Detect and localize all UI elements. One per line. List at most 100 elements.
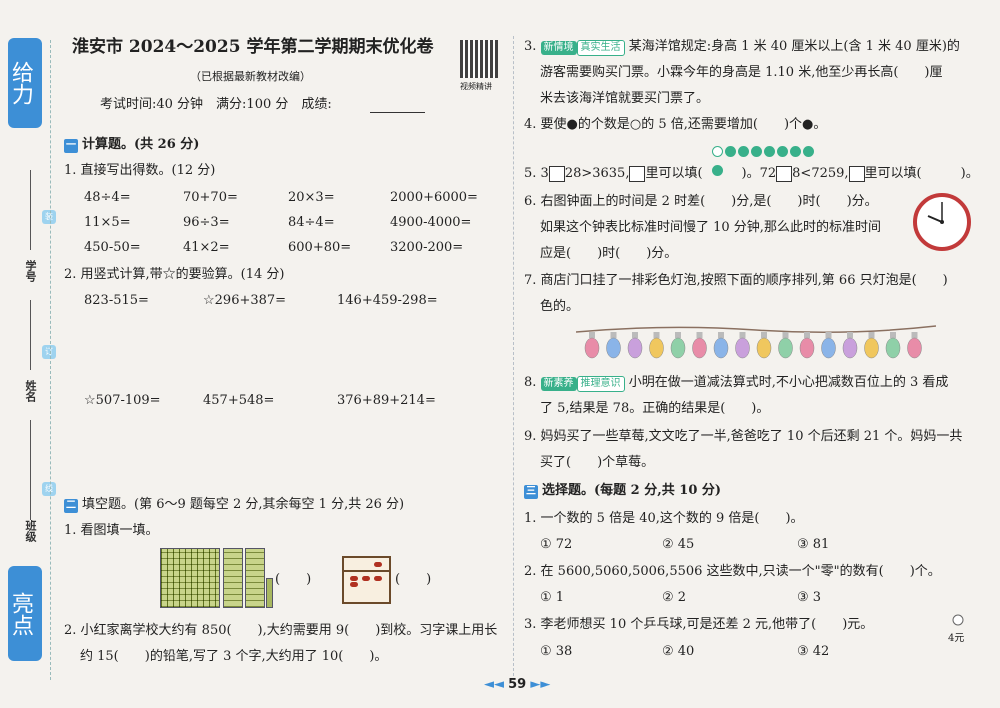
page-number-value: 59 — [508, 677, 527, 692]
filled-circle — [803, 146, 814, 157]
s3-q2: 2. 在 5600,5060,5006,5506 这些数中,只读一个"零"的数有… — [524, 564, 941, 579]
option[interactable]: ② 2 — [662, 589, 686, 607]
s3-q3: 3. 李老师想买 10 个乒乓球,可是还差 2 元,他带了( )元。 — [524, 617, 874, 632]
qr-code[interactable] — [460, 40, 498, 78]
ping-pong-ball-icon — [952, 614, 964, 626]
prev-arrow-icon: ◄◄ — [484, 677, 509, 692]
digit-box[interactable] — [548, 165, 565, 182]
calc-item: 600+80= — [288, 240, 352, 255]
light-bulb — [778, 332, 793, 359]
calc-item: 96÷3= — [183, 215, 230, 230]
s2-q2-line2: 约 15( )的铅笔,写了 3 个字,大约用了 10( )。 — [80, 649, 388, 664]
digit-box[interactable] — [629, 165, 646, 182]
thousand-cube — [160, 548, 220, 608]
q8-line1: 8. 新素养 推理意识 小明在做一道减法算式时,不小心把减数百位上的 3 看成 — [524, 374, 948, 392]
light-bulb — [907, 332, 922, 359]
option[interactable]: ③ 42 — [797, 643, 829, 661]
calc-item: 2000+6000= — [390, 190, 478, 205]
light-bulb — [713, 332, 729, 359]
section-2-title: 填空题。(第 6～9 题每空 2 分,其余每空 1 分,共 26 分) — [82, 497, 405, 512]
light-bulb — [735, 332, 750, 359]
page-subtitle: （已根据最新教材改编） — [190, 70, 311, 83]
abacus-bead — [374, 562, 382, 567]
q3-line1: 3. 新情境 真实生活 某海洋馆规定:身高 1 米 40 厘米以上(含 1 米 4… — [524, 38, 960, 56]
option[interactable]: ③ 81 — [797, 536, 829, 554]
q3-line3: 米去该海洋馆就要买门票了。 — [540, 91, 710, 106]
q5-part: 8<7259, — [792, 166, 849, 181]
binding-mark: 线 — [42, 482, 56, 496]
student-id-label: 学号 — [24, 260, 37, 282]
hundred-flat — [245, 548, 265, 608]
calc-item: 41×2= — [183, 240, 230, 255]
s3-q1: 1. 一个数的 5 倍是 40,这个数的 9 倍是( )。 — [524, 511, 804, 526]
clock-icon — [913, 193, 971, 251]
digit-box[interactable] — [776, 165, 793, 182]
section-badge: 二 — [64, 499, 78, 513]
option[interactable]: ② 45 — [662, 536, 694, 554]
hollow-circle — [712, 146, 723, 157]
calc-item: 450-50= — [84, 240, 141, 255]
q7-line2: 色的。 — [540, 299, 580, 314]
qr-label: 视频精讲 — [460, 82, 492, 91]
q8-number: 8. — [524, 375, 537, 390]
option[interactable]: ① 38 — [540, 643, 572, 661]
light-bulb — [692, 332, 707, 359]
q8-text: 小明在做一道减法算式时,不小心把减数百位上的 3 看成 — [628, 375, 949, 390]
option[interactable]: ① 1 — [540, 589, 564, 607]
hundred-flat — [223, 548, 243, 608]
filled-circle — [738, 146, 749, 157]
section-2-heading: 二填空题。(第 6～9 题每空 2 分,其余每空 1 分,共 26 分) — [64, 496, 404, 514]
section-1-title: 计算题。(共 26 分) — [82, 137, 200, 152]
section-1-heading: 一计算题。(共 26 分) — [64, 136, 199, 154]
q5-part: 5. 3 — [524, 166, 549, 181]
filled-circle — [764, 146, 775, 157]
section-badge: 一 — [64, 139, 78, 153]
digit-box[interactable] — [848, 165, 865, 182]
filled-circle — [725, 146, 736, 157]
abacus-bead — [350, 576, 358, 581]
light-string — [576, 325, 936, 359]
abacus — [342, 556, 391, 604]
light-bulb — [649, 332, 664, 359]
option[interactable]: ③ 3 — [797, 589, 821, 607]
circle-row — [712, 142, 822, 176]
q1-label: 1. 直接写出得数。(12 分) — [64, 163, 216, 178]
calc-item: 84÷4= — [288, 215, 335, 230]
light-bulb — [584, 332, 600, 359]
q2-label: 2. 用竖式计算,带☆的要验算。(14 分) — [64, 267, 285, 282]
student-id-line — [30, 170, 31, 250]
light-bulb — [885, 332, 901, 359]
light-bulb — [864, 332, 879, 359]
q4: 4. 要使●的个数是○的 5 倍,还需要增加( )个●。 — [524, 117, 827, 132]
section-badge: 三 — [524, 485, 538, 499]
q3-text: 某海洋馆规定:身高 1 米 40 厘米以上(含 1 米 40 厘米)的 — [628, 39, 960, 54]
calc-item: 20×3= — [288, 190, 335, 205]
name-label: 姓名 — [24, 380, 37, 402]
filled-circle — [751, 146, 762, 157]
name-line — [30, 300, 31, 370]
q5-part: 里可以填( )。72 — [645, 166, 777, 181]
abacus-beam — [344, 570, 389, 572]
light-bulb — [670, 332, 686, 359]
abacus-bead — [350, 582, 358, 587]
class-line — [30, 420, 31, 520]
s2-q1: 1. 看图填一填。 — [64, 523, 159, 538]
s2-q2-line1: 2. 小红家离学校大约有 850( ),大约需要用 9( )到校。习字课上用长 — [64, 623, 498, 638]
page-divider — [513, 36, 514, 676]
blank: ( ) — [395, 572, 432, 587]
binding-line — [50, 40, 51, 680]
filled-circle — [790, 146, 801, 157]
reasoning-tag: 推理意识 — [576, 376, 625, 392]
filled-circle — [777, 146, 788, 157]
vertical-calc-item: 457+548= — [203, 393, 275, 408]
new-literacy-tag: 新素养 — [540, 377, 577, 391]
option[interactable]: ① 72 — [540, 536, 572, 554]
new-context-tag: 新情境 — [540, 41, 577, 55]
option[interactable]: ② 40 — [662, 643, 694, 661]
sidebar-bottom-tab: 亮点 — [8, 566, 42, 661]
q5: 5. 3 28>3635, 里可以填( )。72 8<7259, 里可以填( )。 — [524, 165, 979, 183]
binding-mark: 装 — [42, 210, 56, 224]
vertical-calc-item: ☆507-109= — [84, 393, 161, 408]
ten-rod — [266, 578, 273, 608]
next-arrow-icon: ►► — [526, 677, 551, 692]
